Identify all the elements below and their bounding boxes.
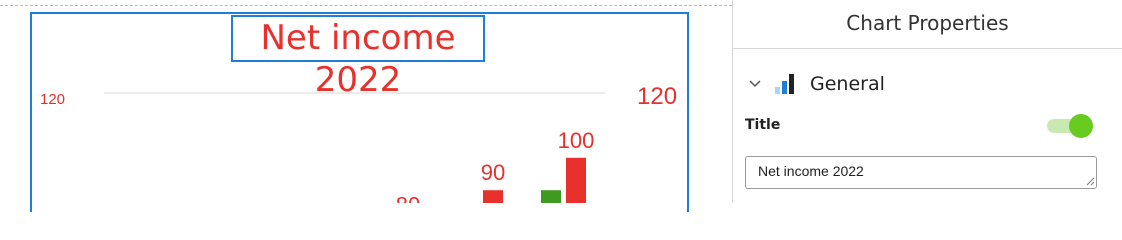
chevron-down-icon[interactable] bbox=[747, 76, 763, 92]
resize-grip-icon[interactable] bbox=[1085, 176, 1095, 186]
bar-2[interactable] bbox=[483, 190, 503, 203]
bars-layer: 80 90 100 bbox=[396, 128, 595, 203]
bar-4[interactable] bbox=[566, 157, 586, 203]
bar-data-label-4[interactable]: 100 bbox=[558, 128, 595, 153]
chart-title[interactable]: Net income 2022 bbox=[231, 15, 485, 100]
left-axis-tick-label[interactable]: 120 bbox=[40, 91, 65, 108]
bar-data-label-2[interactable]: 90 bbox=[481, 160, 505, 185]
right-axis-tick-label[interactable]: 120 bbox=[637, 83, 677, 110]
panel-title: Chart Properties bbox=[733, 0, 1122, 49]
app-root: 120 120 80 90 100 Net income 2022 Chart Pr… bbox=[0, 0, 1122, 212]
chart-editor-canvas[interactable]: 120 120 80 90 100 Net income 2022 bbox=[0, 0, 732, 212]
section-general[interactable]: General bbox=[747, 70, 885, 98]
bar-chart-icon bbox=[775, 74, 794, 94]
toggle-knob bbox=[1069, 114, 1093, 138]
title-visibility-toggle[interactable] bbox=[1047, 113, 1095, 139]
chart-properties-panel: Chart Properties General Title Net incom… bbox=[732, 0, 1122, 203]
bar-3[interactable] bbox=[541, 190, 561, 203]
title-field-label: Title bbox=[745, 117, 781, 133]
title-input[interactable]: Net income 2022 bbox=[745, 156, 1097, 189]
bar-data-label-1[interactable]: 80 bbox=[396, 193, 420, 203]
section-label: General bbox=[810, 73, 885, 95]
